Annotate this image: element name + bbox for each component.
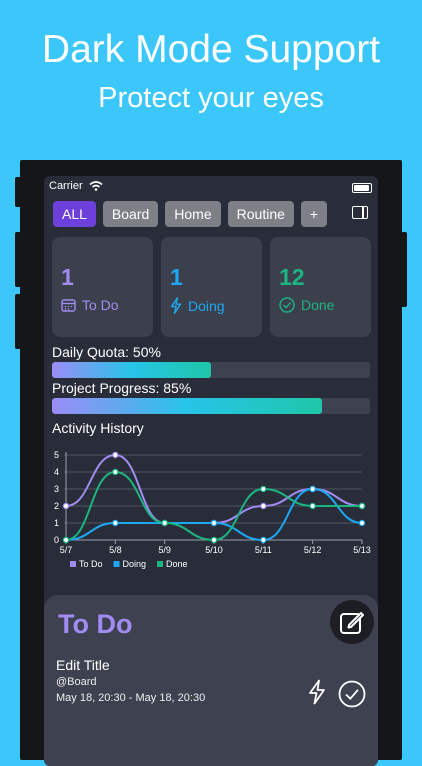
data-point	[358, 519, 366, 527]
y-tick-label: 2	[54, 501, 59, 511]
activity-history-chart: 0 1 2 3 4 5 5/7 5/8 5/9 5/10 5/11 5/12 5/13 To Do Doin…	[54, 450, 371, 569]
category-tabs: ALL Board Home Routine +	[53, 201, 327, 227]
data-point	[112, 519, 119, 527]
wifi-icon	[89, 181, 103, 191]
data-point	[309, 485, 316, 493]
card-done[interactable]: 12 Done	[270, 237, 371, 337]
y-tick-label: 1	[54, 518, 59, 528]
task-title[interactable]: Edit Title	[56, 657, 110, 673]
legend-label: Doing	[123, 559, 147, 569]
series-line	[65, 487, 363, 542]
done-count: 12	[279, 264, 305, 290]
compose-icon	[340, 612, 364, 634]
tab-board[interactable]: Board	[102, 201, 159, 227]
task-dates: May 18, 20:30 - May 18, 20:30	[56, 692, 206, 704]
todo-panel-title: To Do	[58, 609, 133, 639]
promo-subtitle: Protect your eyes	[98, 82, 324, 114]
x-tick-label: 5/12	[304, 545, 322, 555]
project-progress-label: Project Progress: 85%	[52, 380, 192, 396]
doing-count: 1	[170, 264, 183, 290]
data-point	[112, 451, 119, 459]
card-doing[interactable]: 1 Doing	[161, 237, 262, 337]
start-doing-icon[interactable]	[308, 679, 326, 705]
tab-routine[interactable]: Routine	[227, 201, 294, 227]
y-tick-label: 3	[54, 484, 59, 494]
tab-home[interactable]: Home	[165, 201, 221, 227]
activity-history-title: Activity History	[52, 420, 144, 436]
project-progress-fill	[52, 398, 323, 414]
legend-swatch	[70, 561, 76, 567]
legend-label: To Do	[79, 559, 103, 569]
data-point	[260, 536, 267, 544]
legend-swatch	[157, 561, 163, 567]
promo-title: Dark Mode Support	[41, 28, 381, 71]
calendar-icon	[61, 299, 76, 312]
data-point	[260, 502, 267, 510]
data-point	[210, 536, 218, 544]
daily-quota-fill	[52, 362, 211, 378]
x-tick-label: 5/13	[353, 545, 371, 555]
tab-all[interactable]: ALL	[53, 201, 96, 227]
data-point	[112, 468, 119, 476]
daily-quota-label: Daily Quota: 50%	[52, 344, 161, 360]
project-progress-track	[52, 398, 370, 414]
data-point	[260, 485, 267, 493]
x-tick-label: 5/11	[255, 545, 272, 555]
todo-count: 1	[61, 264, 74, 290]
data-point	[62, 502, 70, 510]
y-tick-label: 4	[54, 467, 59, 477]
check-circle-icon	[279, 297, 295, 313]
mark-done-icon[interactable]	[338, 680, 366, 708]
carrier-label: Carrier	[49, 180, 83, 192]
data-point	[210, 519, 218, 527]
x-tick-label: 5/10	[205, 545, 223, 555]
bolt-icon	[170, 297, 182, 314]
doing-card-label: Doing	[188, 297, 225, 314]
task-board: @Board	[56, 676, 97, 688]
data-point	[62, 536, 70, 544]
add-tab-button[interactable]: +	[300, 201, 327, 227]
done-card-label: Done	[301, 297, 335, 313]
battery-icon	[352, 183, 372, 193]
data-point	[358, 502, 366, 510]
card-todo[interactable]: 1 To Do	[52, 237, 153, 337]
daily-quota-track	[52, 362, 370, 378]
legend-swatch	[113, 561, 120, 567]
y-tick-label: 5	[54, 450, 59, 460]
x-tick-label: 5/9	[158, 545, 171, 555]
sidebar-toggle-icon[interactable]	[352, 206, 368, 219]
data-point	[161, 519, 168, 527]
app-screen: Carrier ALL Board Home Routine + 1 To Do…	[44, 176, 378, 766]
x-tick-label: 5/8	[109, 545, 122, 555]
todo-panel: To Do Edit Title @Board May 18, 20:30 - …	[44, 595, 378, 766]
data-point	[309, 502, 316, 510]
y-tick-label: 0	[54, 535, 59, 545]
x-tick-label: 5/7	[60, 545, 73, 555]
edit-button[interactable]	[330, 600, 374, 644]
todo-card-label: To Do	[82, 297, 119, 313]
legend-label: Done	[166, 559, 188, 569]
